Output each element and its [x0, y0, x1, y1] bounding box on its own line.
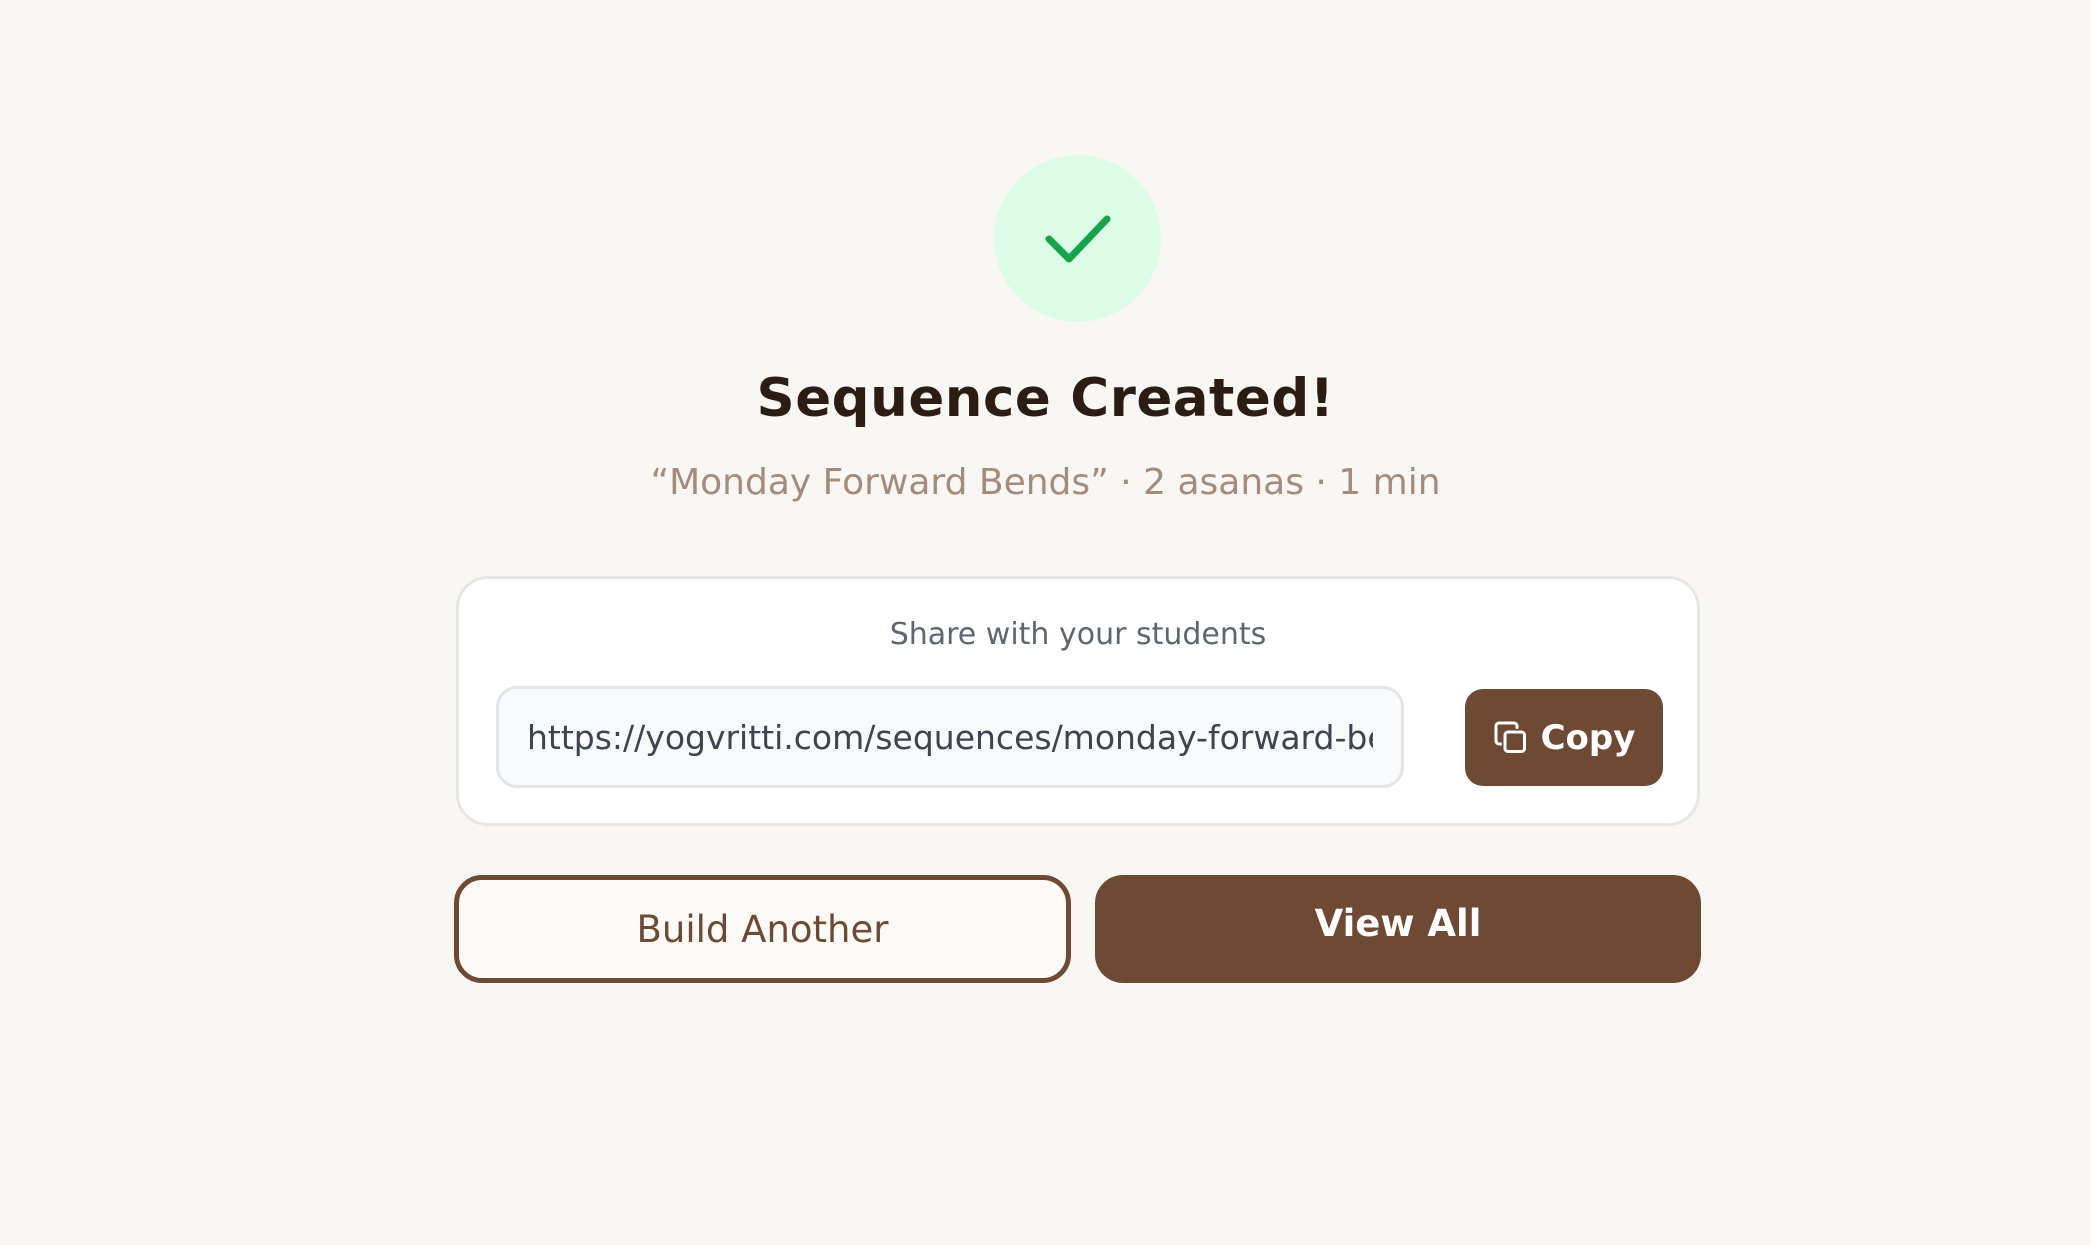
copy-icon — [1494, 721, 1526, 753]
share-card: Share with your students Copy — [456, 576, 1700, 826]
page-title: Sequence Created! — [756, 368, 1335, 429]
sequence-summary: “Monday Forward Bends” · 2 asanas · 1 mi… — [650, 462, 1441, 503]
success-indicator — [994, 155, 1161, 322]
sequence-created-page: Sequence Created! “Monday Forward Bends”… — [0, 0, 2091, 1245]
share-url-field[interactable] — [496, 686, 1404, 788]
check-icon — [1045, 215, 1110, 262]
share-label: Share with your students — [889, 617, 1267, 652]
build-another-button[interactable]: Build Another — [454, 875, 1071, 983]
copy-button[interactable]: Copy — [1465, 689, 1663, 786]
copy-button-label: Copy — [1540, 717, 1636, 758]
view-all-button[interactable]: View All — [1095, 875, 1701, 983]
